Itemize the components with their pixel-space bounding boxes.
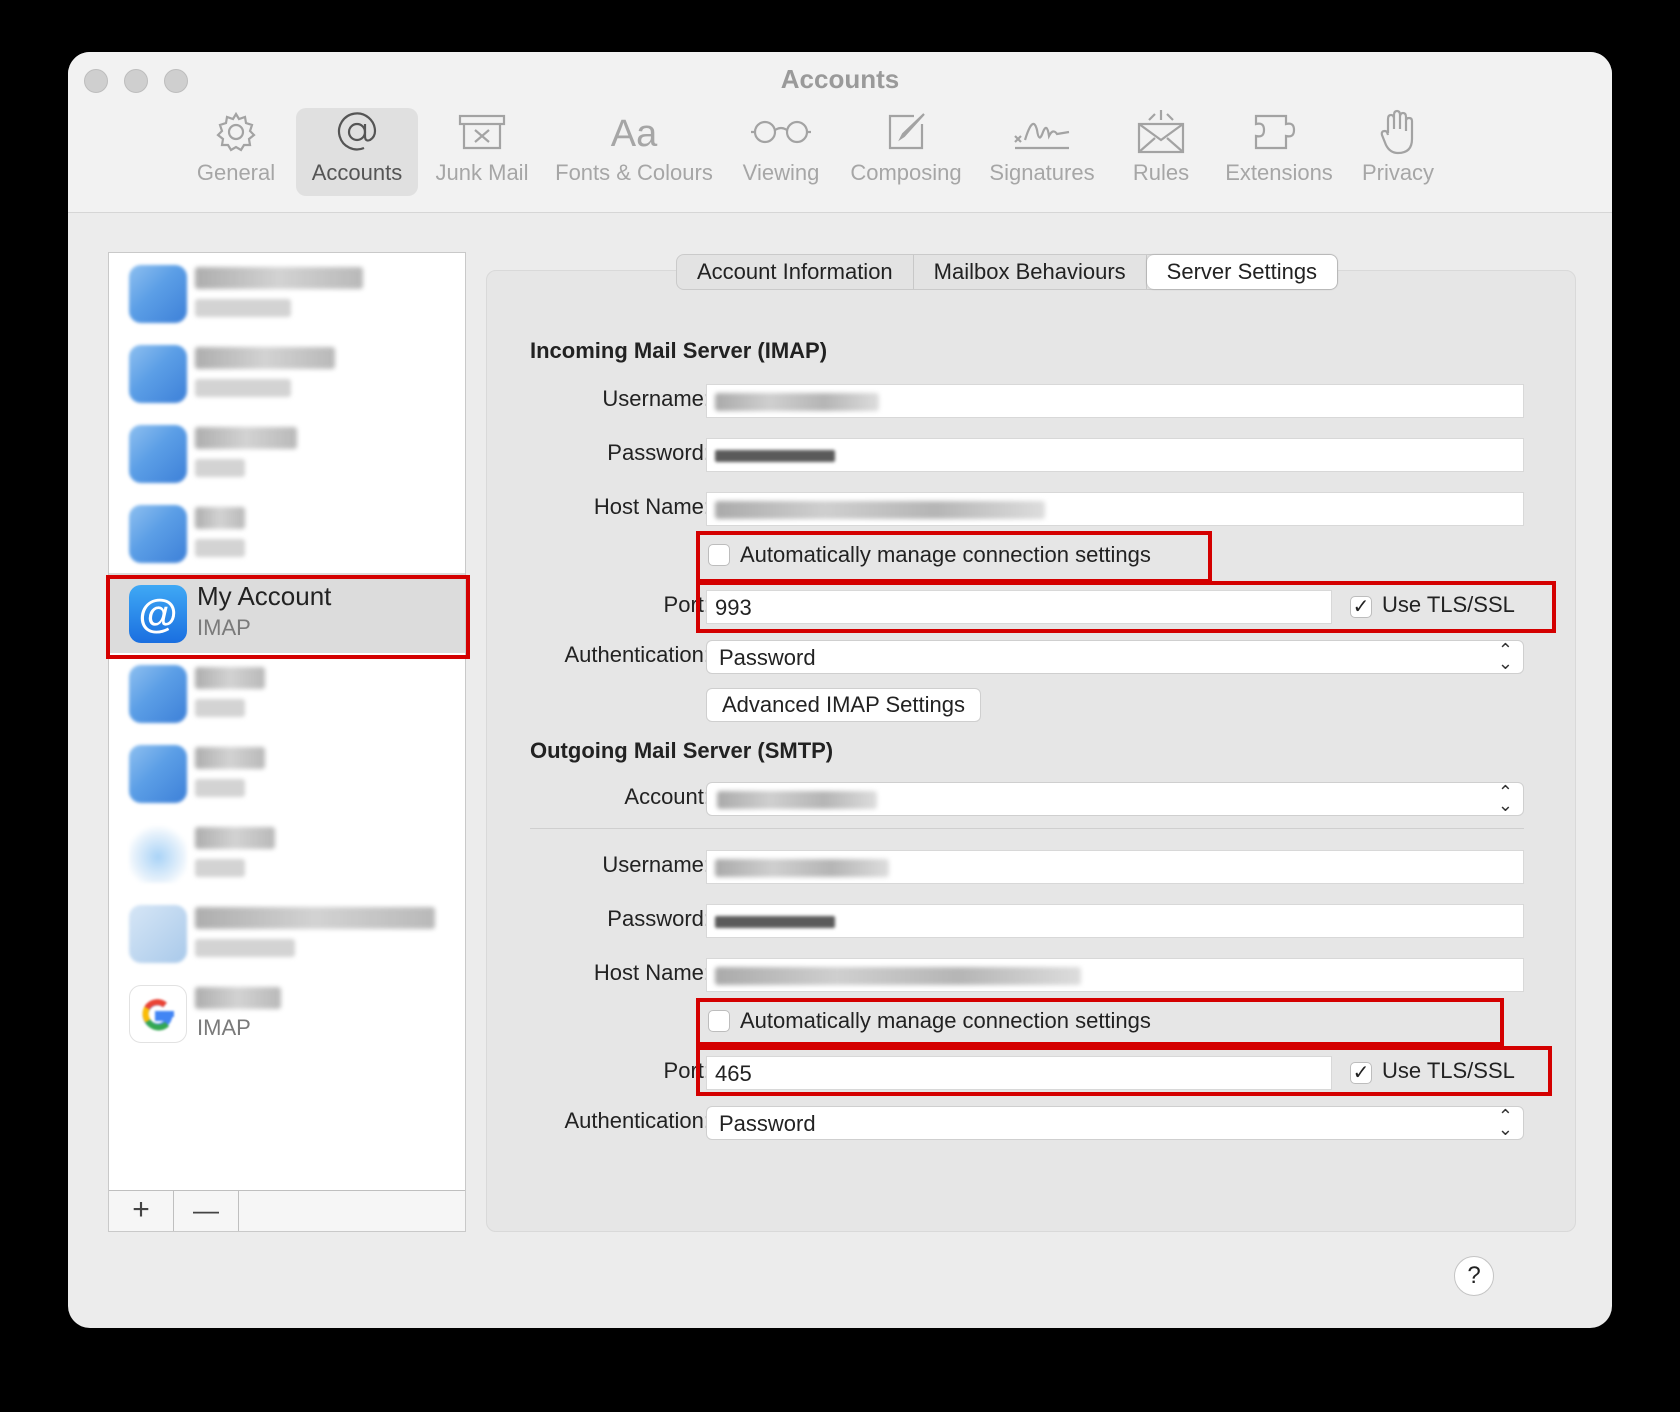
account-avatar-icon [129, 505, 187, 563]
account-avatar-icon [129, 345, 187, 403]
tab-server-settings[interactable]: Server Settings [1146, 255, 1338, 289]
outgoing-username-field[interactable] [706, 850, 1524, 884]
updown-chevron-icon: ⌃ ⌄ [1497, 640, 1513, 673]
toolbar-rules[interactable]: Rules [1112, 108, 1210, 196]
account-row-blurred[interactable] [109, 333, 465, 413]
toolbar-junk-mail[interactable]: Junk Mail [426, 108, 538, 196]
incoming-host-label: Host Name: [593, 494, 710, 519]
account-type: IMAP [197, 615, 251, 640]
account-avatar-icon [129, 665, 187, 723]
add-account-button[interactable]: + [109, 1191, 174, 1231]
outgoing-password-field[interactable] [706, 904, 1524, 938]
outgoing-port-label: Port: [663, 1058, 710, 1083]
gear-icon [214, 110, 258, 159]
account-row-google[interactable]: IMAP [109, 973, 465, 1053]
outgoing-tls-label: Use TLS/SSL [1382, 1058, 1515, 1083]
advanced-imap-settings-button[interactable]: Advanced IMAP Settings [706, 688, 981, 722]
tab-bar: Account Information Mailbox Behaviours S… [676, 254, 1339, 290]
toolbar: Accounts General Accounts Junk Mail Aa F… [68, 52, 1612, 213]
account-name: My Account [197, 581, 332, 611]
outgoing-account-label: Account: [624, 784, 710, 809]
account-row-blurred[interactable] [109, 653, 465, 733]
account-avatar-icon [129, 265, 187, 323]
incoming-username-label: Username: [602, 386, 710, 411]
incoming-port-field[interactable]: 993 [706, 590, 1332, 624]
toolbar-general[interactable]: General [184, 108, 288, 196]
outgoing-auto-manage-label: Automatically manage connection settings [740, 1008, 1151, 1033]
fonts-icon: Aa [610, 112, 658, 155]
puzzle-icon [1252, 110, 1306, 159]
outgoing-password-label: Password: [607, 906, 710, 931]
outgoing-auth-label: Authentication: [564, 1108, 710, 1133]
tab-mailbox-behaviours[interactable]: Mailbox Behaviours [914, 255, 1147, 289]
incoming-auth-select[interactable]: Password ⌃ ⌄ [706, 640, 1524, 674]
incoming-password-field[interactable] [706, 438, 1524, 472]
glasses-icon [749, 117, 813, 152]
compose-icon [884, 110, 928, 159]
divider [530, 828, 1524, 829]
outgoing-tls-checkbox[interactable]: ✓ [1350, 1062, 1372, 1084]
toolbar-viewing[interactable]: Viewing [730, 108, 832, 196]
outgoing-auth-select[interactable]: Password ⌃ ⌄ [706, 1106, 1524, 1140]
tab-account-information[interactable]: Account Information [677, 255, 914, 289]
accounts-window: Accounts General Accounts Junk Mail Aa F… [68, 52, 1612, 1328]
account-row-blurred[interactable] [109, 733, 465, 813]
account-row-blurred[interactable] [109, 893, 465, 973]
incoming-port-label: Port: [663, 592, 710, 617]
outgoing-host-label: Host Name: [593, 960, 710, 985]
google-icon [129, 985, 187, 1043]
account-row-blurred[interactable] [109, 813, 465, 893]
account-avatar-icon [129, 905, 187, 963]
updown-chevron-icon: ⌃ ⌄ [1497, 782, 1513, 815]
outgoing-port-field[interactable]: 465 [706, 1056, 1332, 1090]
account-row-blurred[interactable] [109, 253, 465, 333]
toolbar-fonts-colours[interactable]: Aa Fonts & Colours [546, 108, 722, 196]
account-row-blurred[interactable] [109, 493, 465, 573]
incoming-auth-label: Authentication: [564, 642, 710, 667]
incoming-auto-manage-checkbox[interactable] [708, 544, 730, 566]
incoming-host-field[interactable] [706, 492, 1524, 526]
rules-icon [1135, 108, 1187, 161]
outgoing-heading: Outgoing Mail Server (SMTP) [530, 738, 834, 763]
incoming-tls-label: Use TLS/SSL [1382, 592, 1515, 617]
account-row-my-account[interactable]: @ My Account IMAP [109, 573, 465, 653]
cloud-icon [129, 825, 187, 883]
outgoing-auto-manage-checkbox[interactable] [708, 1010, 730, 1032]
toolbar-extensions[interactable]: Extensions [1218, 108, 1340, 196]
sidebar-bottom-bar: + — [109, 1190, 465, 1231]
toolbar-composing[interactable]: Composing [840, 108, 972, 196]
junk-mail-icon [457, 110, 507, 159]
toolbar-accounts[interactable]: Accounts [296, 108, 418, 196]
at-icon: @ [129, 585, 187, 643]
hand-icon [1378, 109, 1418, 160]
account-avatar-icon [129, 425, 187, 483]
account-row-blurred[interactable] [109, 413, 465, 493]
incoming-heading: Incoming Mail Server (IMAP) [530, 338, 828, 363]
help-button[interactable]: ? [1454, 1256, 1494, 1296]
incoming-password-label: Password: [607, 440, 710, 465]
account-avatar-icon [129, 745, 187, 803]
toolbar-signatures[interactable]: Signatures [980, 108, 1104, 196]
outgoing-account-select[interactable]: ⌃ ⌄ [706, 782, 1524, 816]
incoming-username-field[interactable] [706, 384, 1524, 418]
remove-account-button[interactable]: — [174, 1191, 239, 1231]
toolbar-privacy[interactable]: Privacy [1348, 108, 1448, 196]
window-title: Accounts [780, 64, 900, 94]
outgoing-host-field[interactable] [706, 958, 1524, 992]
account-type: IMAP [197, 1015, 251, 1040]
signature-icon [1011, 110, 1073, 159]
incoming-auto-manage-label: Automatically manage connection settings [740, 542, 1151, 567]
updown-chevron-icon: ⌃ ⌄ [1497, 1106, 1513, 1139]
incoming-tls-checkbox[interactable]: ✓ [1350, 596, 1372, 618]
outgoing-username-label: Username: [602, 852, 710, 877]
accounts-list[interactable]: @ My Account IMAP IMAP + — [108, 252, 466, 1232]
at-icon [334, 109, 380, 160]
